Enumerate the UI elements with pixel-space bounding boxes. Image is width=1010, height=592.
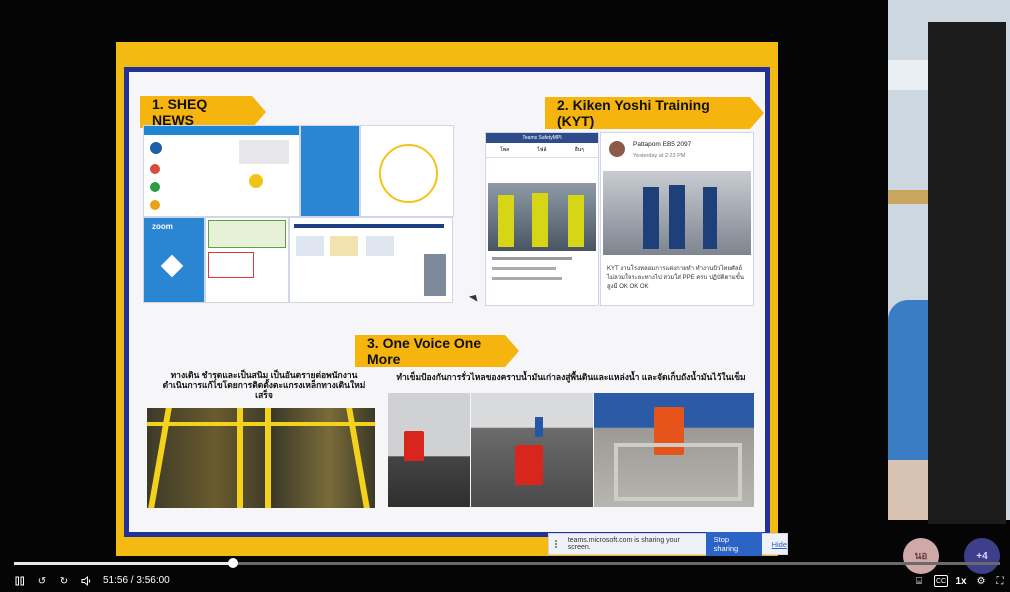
kyt-tab-1: โพส xyxy=(500,147,510,153)
oil-drum-photo-1 xyxy=(388,393,470,507)
screen-share-bar: teams.microsoft.com is sharing your scre… xyxy=(548,532,788,556)
kyt-tab-3: อื่นๆ xyxy=(574,147,584,153)
kyt-photo-left xyxy=(488,183,596,251)
fullscreen-icon[interactable]: ⛶ xyxy=(994,575,1006,587)
oil-drum-photo-2 xyxy=(471,393,593,507)
kyt-post-text: KYT งานโรงหลอมการแต่งกายทำ ทำงานบิวไทยศั… xyxy=(607,266,744,290)
sheq-infographic-4 xyxy=(205,217,289,303)
sheq-infographic-1 xyxy=(143,125,300,217)
volume-icon[interactable] xyxy=(80,575,92,587)
chapters-icon[interactable]: ⌸ xyxy=(912,575,926,587)
settings-gear-icon[interactable]: ⚙ xyxy=(974,575,988,587)
poster-avatar xyxy=(609,141,625,157)
kyt-photo-right xyxy=(603,171,751,255)
sheq-infographic-5 xyxy=(289,217,453,303)
forward-10-icon[interactable]: ↻ xyxy=(58,575,70,587)
section2-title: 2. Kiken Yoshi Training (KYT) xyxy=(557,97,710,129)
kyt-poster-time: Yesterday at 2:23 PM xyxy=(633,153,686,159)
sheq-infographic-2 xyxy=(300,125,360,217)
left-caption: ทางเดิน ชำรุดและเป็นสนิม เป็นอันตรายต่อพ… xyxy=(162,370,366,400)
section2-ribbon: 2. Kiken Yoshi Training (KYT) xyxy=(545,97,764,129)
kyt-teams-post-right: Pattapom EB5 2097 Yesterday at 2:23 PM K… xyxy=(600,132,754,306)
time-display: 51:56 / 3:56:00 xyxy=(103,575,170,586)
kyt-teams-post-left: Teams SafetyMPI โพส ไฟล์ อื่นๆ xyxy=(485,132,599,306)
pause-icon[interactable] xyxy=(14,575,26,587)
section1-title: 1. SHEQ NEWS xyxy=(152,96,208,128)
section3-title: 3. One Voice One More xyxy=(367,335,482,367)
kyt-tab-2: ไฟล์ xyxy=(537,147,547,153)
zoom-infographic: zoom xyxy=(143,217,205,303)
oil-drum-photo-3 xyxy=(594,393,754,507)
drag-handle-icon[interactable] xyxy=(555,540,562,548)
walkway-photo xyxy=(147,408,375,508)
right-caption: ทำเข็มป้องกันการรั่วไหลของคราบน้ำมันเก่า… xyxy=(396,372,746,382)
rewind-10-icon[interactable]: ↺ xyxy=(36,575,48,587)
kyt-poster-name: Pattapom EB5 2097 xyxy=(633,141,692,148)
progress-handle[interactable] xyxy=(227,558,238,568)
participant-tile xyxy=(928,22,1006,524)
zoom-label: zoom xyxy=(152,222,173,231)
stop-sharing-button[interactable]: Stop sharing xyxy=(705,532,762,556)
progress-fill xyxy=(14,562,233,565)
section1-ribbon: 1. SHEQ NEWS xyxy=(140,96,266,128)
sheq-infographic-3 xyxy=(360,125,454,217)
more-participants-badge[interactable]: +4 xyxy=(964,538,1000,574)
section3-ribbon: 3. One Voice One More xyxy=(355,335,519,367)
playback-speed-button[interactable]: 1x xyxy=(954,575,968,587)
hide-link[interactable]: Hide xyxy=(772,540,787,549)
participant-avatar[interactable]: นอ xyxy=(903,538,939,574)
share-message: teams.microsoft.com is sharing your scre… xyxy=(567,537,680,551)
captions-button[interactable]: CC xyxy=(934,575,948,587)
kyt-left-app-title: Teams SafetyMPI xyxy=(486,133,598,143)
